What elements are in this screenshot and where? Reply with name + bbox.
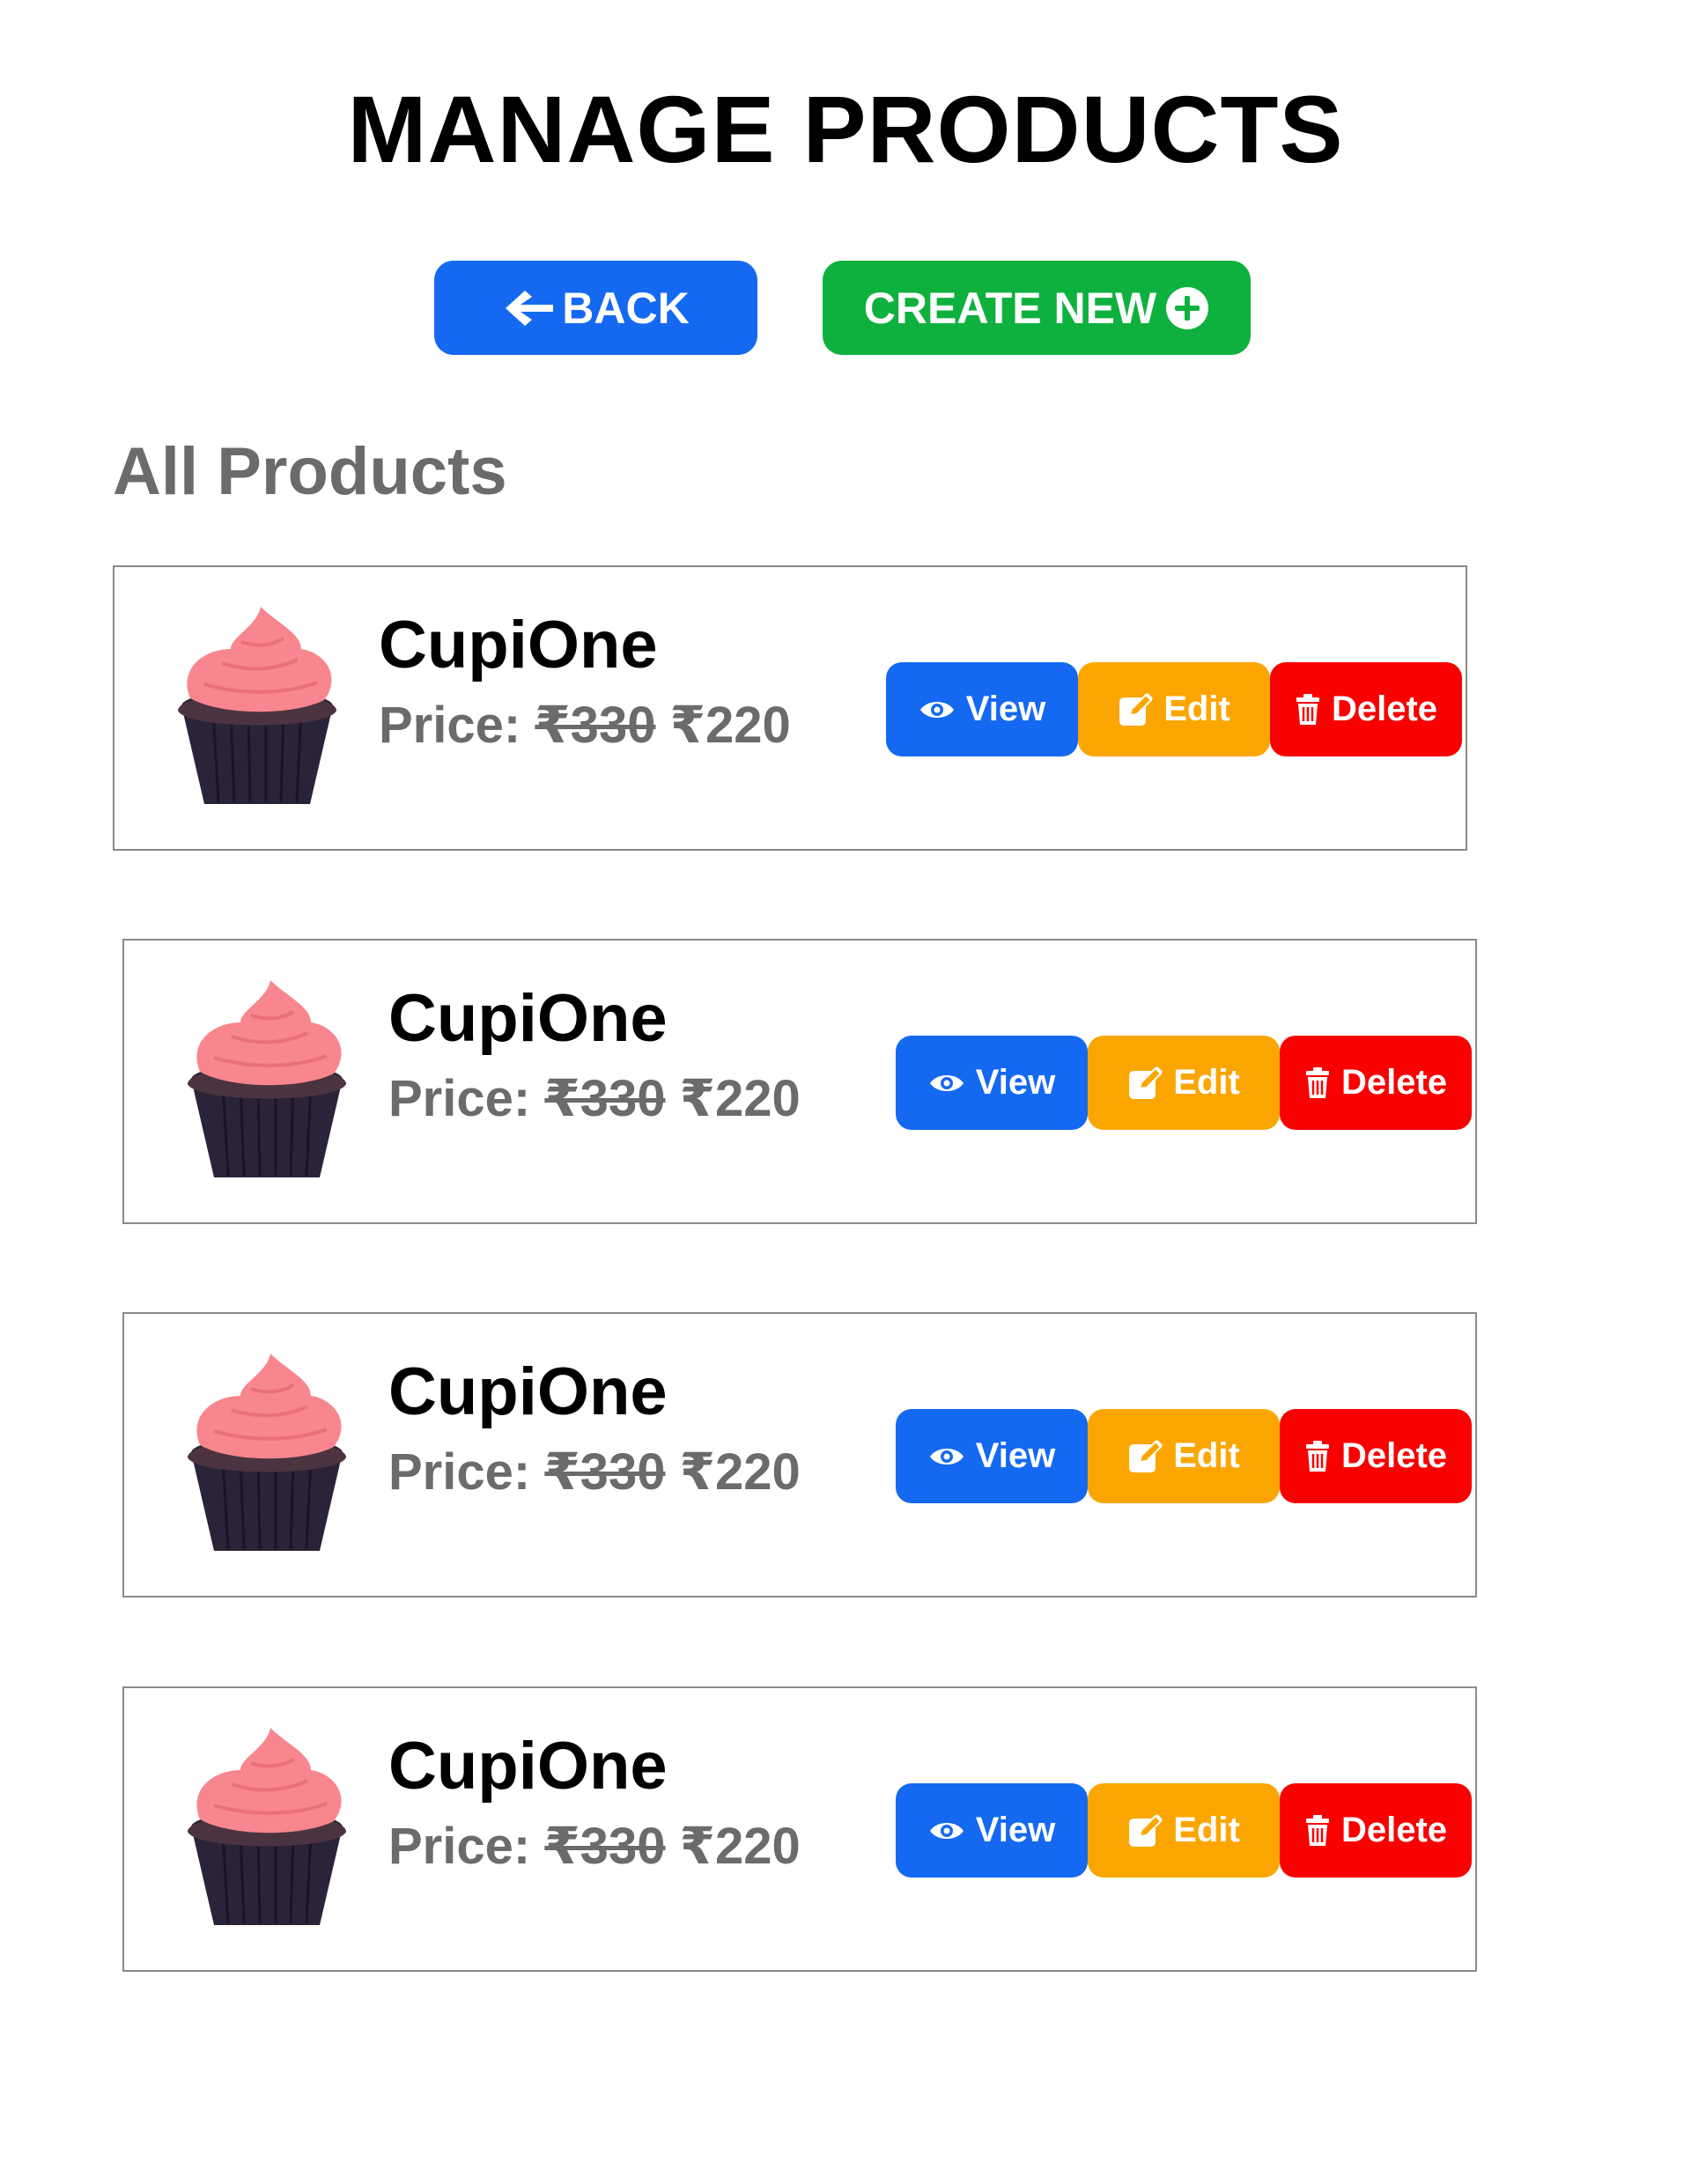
cupcake-image	[179, 980, 355, 1183]
edit-button-label: Edit	[1173, 1436, 1240, 1475]
old-price: ₹330	[535, 697, 656, 754]
view-button[interactable]: View	[896, 1409, 1088, 1503]
cupcake-image	[179, 1728, 355, 1930]
trash-icon	[1304, 1066, 1331, 1100]
price-label: Price:	[388, 1070, 531, 1127]
product-actions: View Edit Delete	[896, 1783, 1472, 1878]
product-price: Price: ₹330 ₹220	[388, 1439, 801, 1506]
product-price: Price: ₹330 ₹220	[388, 1813, 801, 1880]
delete-button-label: Delete	[1340, 1811, 1448, 1849]
plus-circle-icon	[1165, 286, 1209, 330]
view-button-label: View	[975, 1811, 1056, 1849]
edit-button[interactable]: Edit	[1078, 662, 1270, 756]
delete-button-label: Delete	[1331, 690, 1438, 728]
product-actions: View Edit Delete	[886, 662, 1462, 756]
new-price: ₹220	[679, 1818, 801, 1875]
new-price: ₹220	[679, 1443, 801, 1501]
delete-button[interactable]: Delete	[1270, 662, 1462, 756]
edit-icon	[1127, 1066, 1163, 1101]
view-button-label: View	[975, 1436, 1056, 1475]
delete-button-label: Delete	[1340, 1063, 1448, 1102]
edit-icon	[1118, 692, 1154, 727]
edit-button[interactable]: Edit	[1088, 1036, 1280, 1130]
edit-button[interactable]: Edit	[1088, 1409, 1280, 1503]
edit-icon	[1127, 1439, 1163, 1474]
product-name: CupiOne	[388, 981, 668, 1056]
arrow-left-icon	[502, 287, 555, 329]
product-card: CupiOne Price: ₹330 ₹220 View Edit Delet…	[113, 565, 1467, 851]
product-card: CupiOne Price: ₹330 ₹220 View Edit Delet…	[122, 1312, 1477, 1597]
edit-button-label: Edit	[1173, 1063, 1240, 1102]
product-actions: View Edit Delete	[896, 1409, 1472, 1503]
edit-button-label: Edit	[1173, 1811, 1240, 1849]
product-price: Price: ₹330 ₹220	[388, 1066, 801, 1133]
delete-button-label: Delete	[1340, 1436, 1448, 1475]
trash-icon	[1304, 1814, 1331, 1848]
eye-icon	[928, 1444, 965, 1469]
create-new-button-label: CREATE NEW	[863, 283, 1157, 333]
product-actions: View Edit Delete	[896, 1036, 1472, 1130]
new-price: ₹220	[669, 697, 791, 754]
trash-icon	[1304, 1440, 1331, 1473]
edit-button-label: Edit	[1163, 690, 1230, 728]
view-button[interactable]: View	[886, 662, 1078, 756]
trash-icon	[1295, 693, 1321, 727]
edit-icon	[1127, 1813, 1163, 1848]
product-price: Price: ₹330 ₹220	[379, 692, 791, 759]
product-name: CupiOne	[388, 1354, 668, 1429]
back-button-label: BACK	[562, 283, 690, 333]
view-button[interactable]: View	[896, 1783, 1088, 1878]
eye-icon	[919, 697, 956, 722]
old-price: ₹330	[544, 1070, 666, 1127]
create-new-button[interactable]: CREATE NEW	[823, 261, 1251, 355]
product-card: CupiOne Price: ₹330 ₹220 View Edit Delet…	[122, 939, 1477, 1224]
delete-button[interactable]: Delete	[1280, 1036, 1472, 1130]
old-price: ₹330	[544, 1443, 666, 1501]
new-price: ₹220	[679, 1070, 801, 1127]
section-title: All Products	[113, 434, 507, 509]
eye-icon	[928, 1819, 965, 1843]
delete-button[interactable]: Delete	[1280, 1783, 1472, 1878]
price-label: Price:	[388, 1443, 531, 1501]
product-name: CupiOne	[379, 608, 658, 682]
product-name: CupiOne	[388, 1729, 668, 1804]
product-card: CupiOne Price: ₹330 ₹220 View Edit Delet…	[122, 1686, 1477, 1972]
view-button[interactable]: View	[896, 1036, 1088, 1130]
price-label: Price:	[379, 697, 521, 754]
page-title: MANAGE PRODUCTS	[347, 76, 1344, 182]
delete-button[interactable]: Delete	[1280, 1409, 1472, 1503]
back-button[interactable]: BACK	[434, 261, 757, 355]
edit-button[interactable]: Edit	[1088, 1783, 1280, 1878]
view-button-label: View	[975, 1063, 1056, 1102]
view-button-label: View	[965, 690, 1046, 728]
price-label: Price:	[388, 1818, 531, 1875]
old-price: ₹330	[544, 1818, 666, 1875]
cupcake-image	[179, 1354, 355, 1556]
cupcake-image	[169, 607, 345, 809]
eye-icon	[928, 1071, 965, 1096]
